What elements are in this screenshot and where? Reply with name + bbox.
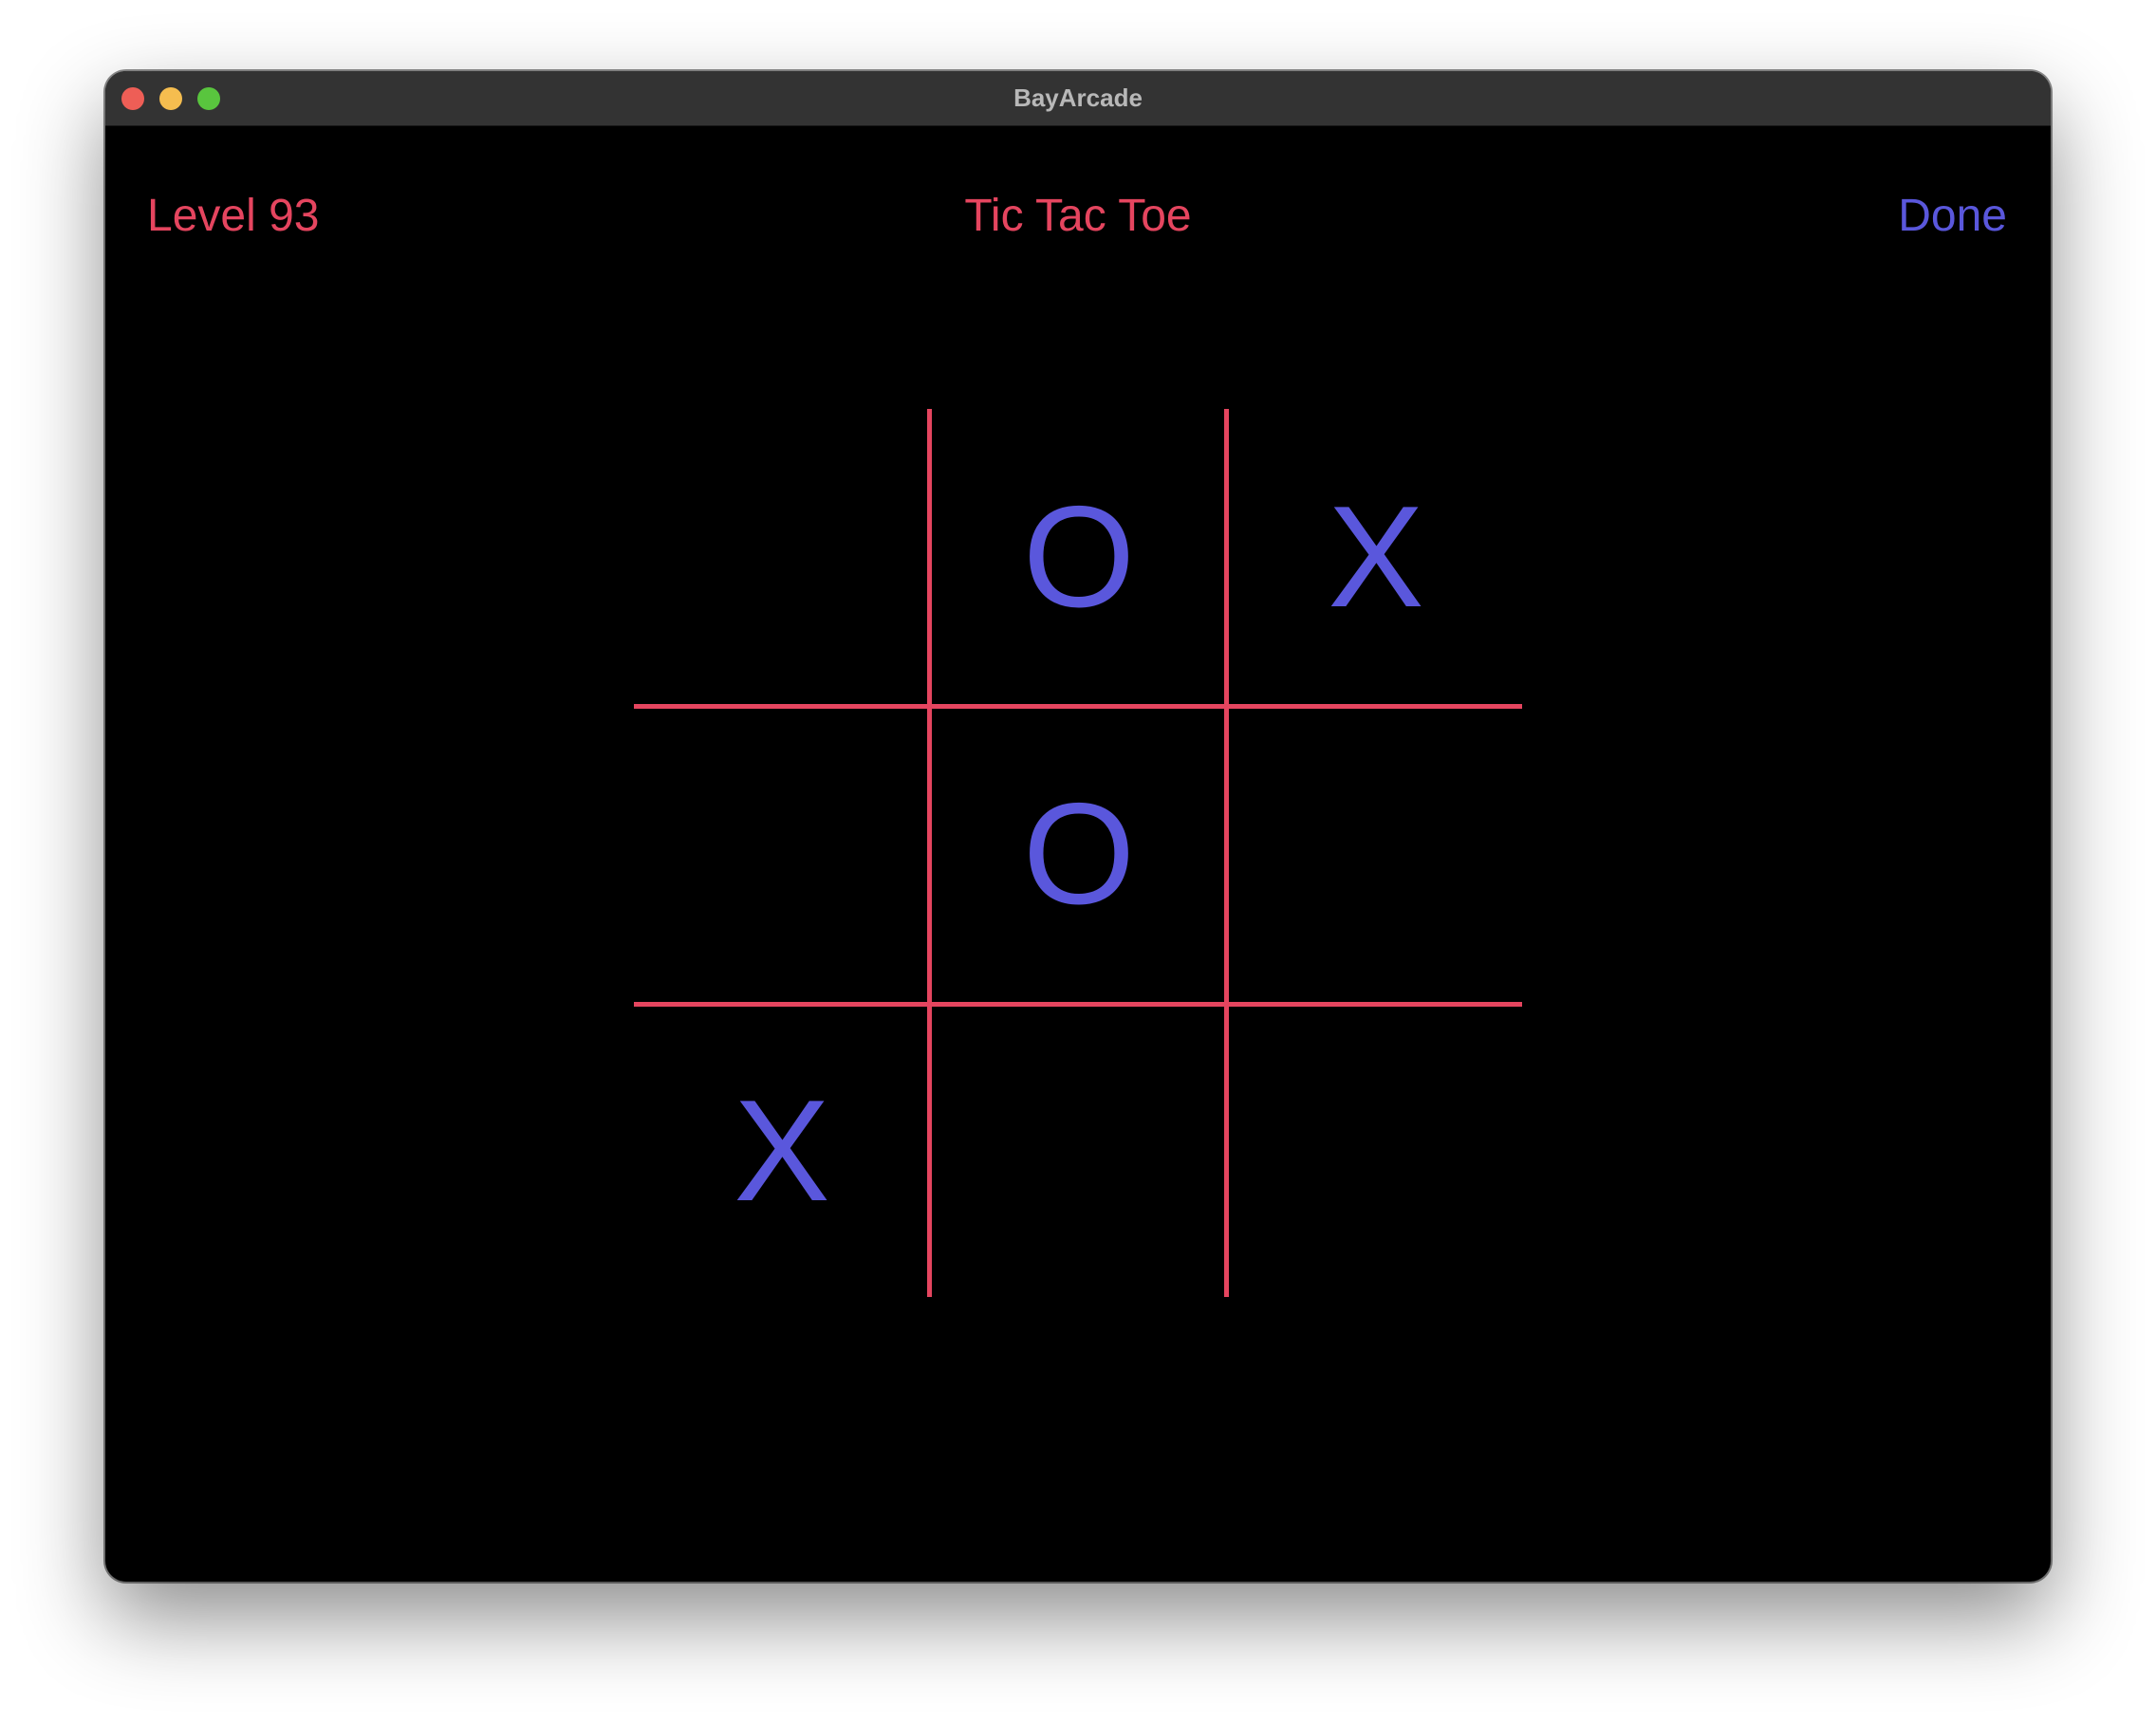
app-window: BayArcade Level 93 Tic Tac Toe Done OXOX (105, 71, 2051, 1582)
game-title: Tic Tac Toe (964, 191, 1192, 241)
game-board: O X O X (634, 409, 1522, 1297)
board-cell-r3-c2[interactable] (931, 1003, 1227, 1299)
title-bar: BayArcade (105, 71, 2051, 126)
board-cell-r3-c1[interactable]: X (634, 1003, 930, 1299)
board-cell-r1-c2[interactable]: O (931, 409, 1227, 705)
board-cell-r2-c3[interactable] (1228, 706, 1524, 1002)
cell-mark: X (734, 1070, 830, 1232)
board-cell-r2-c1[interactable] (634, 706, 930, 1002)
board-cell-r1-c1[interactable] (634, 409, 930, 705)
board-cell-r2-c2[interactable]: O (931, 706, 1227, 1002)
cell-mark: X (1328, 476, 1424, 638)
done-button[interactable]: Done (1898, 183, 2007, 250)
cell-mark: O (1022, 476, 1136, 638)
board-cell-r3-c3[interactable] (1228, 1003, 1524, 1299)
window-title: BayArcade (1013, 83, 1143, 112)
board-cell-r1-c3[interactable]: X (1228, 409, 1524, 705)
cell-mark: O (1022, 773, 1136, 935)
